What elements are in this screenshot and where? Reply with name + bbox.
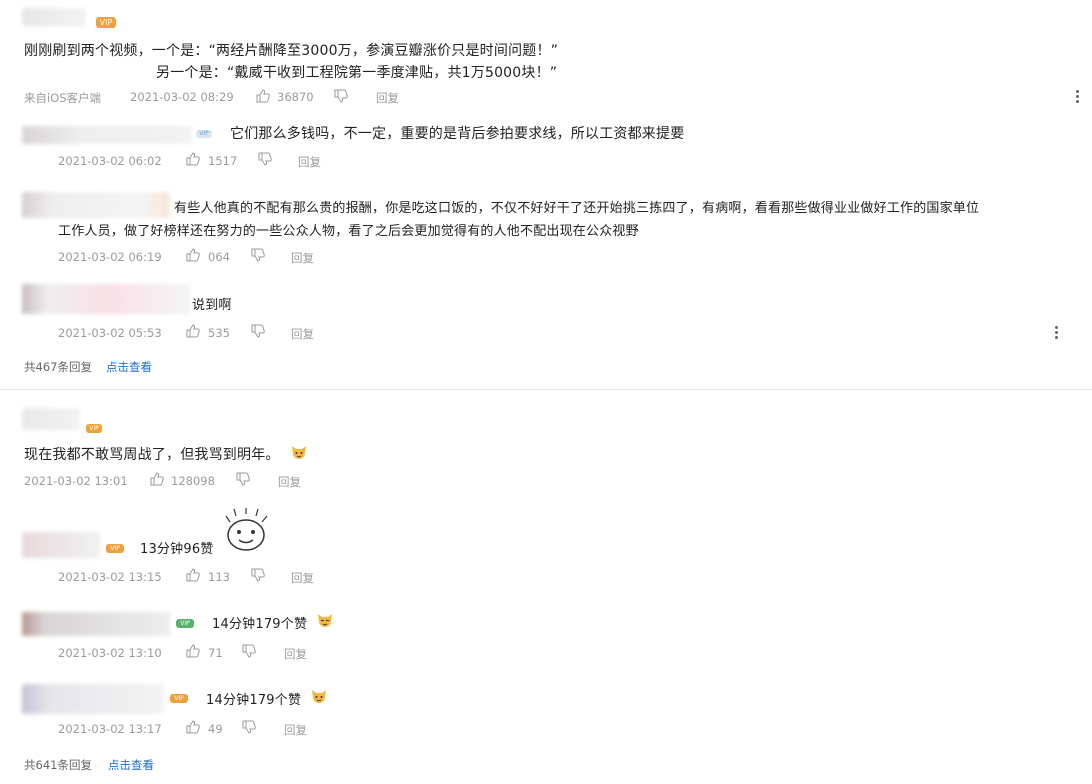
reply-text: 13分钟96赞: [140, 542, 214, 557]
view-more-link[interactable]: 点击查看: [106, 359, 152, 375]
reply-text: 说到啊: [192, 298, 232, 313]
reply-text: 14分钟179个赞: [212, 617, 308, 632]
reply-count: 共641条回复: [24, 758, 92, 772]
reply-text-line2: 工作人员，做了好榜样还在努力的一些公众人物，看了之后会更加觉得有的人他不配出现在…: [58, 224, 639, 239]
reply-text: 有些人他真的不配有那么贵的报酬，你是吃这口饭的，不仅不好好干了还开始挑三拣四了，…: [174, 201, 980, 216]
thumbs-up-icon[interactable]: [186, 324, 200, 338]
view-more-link[interactable]: 点击查看: [108, 757, 154, 773]
like-count: 128098: [171, 474, 215, 488]
thumbs-down-icon[interactable]: [236, 472, 250, 486]
cat-emoji-icon: [316, 611, 334, 629]
more-options-icon[interactable]: [1076, 88, 1080, 105]
vip-badge: VIP: [196, 130, 212, 138]
timestamp: 2021-03-02 13:10: [58, 646, 162, 660]
username-redacted[interactable]: [22, 284, 190, 314]
reply-count: 共467条回复: [24, 360, 92, 374]
thread-divider: [0, 389, 1092, 390]
username-redacted[interactable]: [22, 8, 86, 26]
vip-badge: VIP: [170, 694, 188, 703]
reply-button[interactable]: 回复: [298, 154, 321, 170]
thumbs-up-icon[interactable]: [186, 720, 200, 734]
timestamp: 2021-03-02 13:01: [24, 474, 128, 488]
thumbs-up-icon[interactable]: [186, 644, 200, 658]
thumbs-up-icon[interactable]: [256, 89, 270, 103]
thumbs-up-icon[interactable]: [150, 472, 164, 486]
username-redacted[interactable]: [22, 408, 80, 430]
comment-text-line2: 另一个是：“戴威干收到工程院第一季度津贴，共1万5000块！”: [156, 65, 558, 81]
like-count: 36870: [277, 90, 314, 104]
more-options-icon[interactable]: [1055, 324, 1059, 341]
reply-button[interactable]: 回复: [291, 570, 314, 586]
timestamp: 2021-03-02 13:17: [58, 722, 162, 736]
like-count: 71: [208, 646, 223, 660]
thumbs-down-icon[interactable]: [334, 89, 348, 103]
like-count: 49: [208, 722, 223, 736]
like-count: 1517: [208, 154, 238, 168]
username-redacted[interactable]: [22, 532, 100, 558]
timestamp: 2021-03-02 08:29: [130, 90, 234, 104]
thumbs-down-icon[interactable]: [251, 568, 265, 582]
timestamp: 2021-03-02 06:19: [58, 250, 162, 264]
comment-text: 刚刚刷到两个视频，一个是：“两经片酬降至3000万，参演豆瓣涨价只是时间问题！”: [24, 43, 559, 59]
thumbs-down-icon[interactable]: [242, 720, 256, 734]
username-redacted[interactable]: [22, 192, 170, 218]
reply-button[interactable]: 回复: [278, 474, 301, 490]
reply-button[interactable]: 回复: [284, 646, 307, 662]
vip-badge: VIP: [96, 17, 116, 28]
vip-badge: VIP: [86, 424, 102, 433]
timestamp: 2021-03-02 13:15: [58, 570, 162, 584]
reply-button[interactable]: 回复: [291, 250, 314, 266]
thumbs-down-icon[interactable]: [251, 324, 265, 338]
reply-text: 14分钟179个赞: [206, 693, 302, 708]
thumbs-down-icon[interactable]: [258, 152, 272, 166]
source-label: 来自iOS客户端: [24, 91, 102, 105]
thumbs-down-icon[interactable]: [242, 644, 256, 658]
username-redacted[interactable]: [22, 684, 164, 714]
timestamp: 2021-03-02 05:53: [58, 326, 162, 340]
thumbs-up-icon[interactable]: [186, 568, 200, 582]
face-doodle-icon: [222, 508, 270, 552]
cat-emoji-icon: [290, 443, 308, 461]
username-redacted[interactable]: [22, 612, 170, 636]
comment-text: 现在我都不敢骂周战了，但我骂到明年。: [24, 447, 280, 463]
like-count: 535: [208, 326, 230, 340]
like-count: 064: [208, 250, 230, 264]
username-redacted[interactable]: [22, 126, 192, 144]
thumbs-down-icon[interactable]: [251, 248, 265, 262]
thumbs-up-icon[interactable]: [186, 248, 200, 262]
like-count: 113: [208, 570, 230, 584]
vip-badge: VIP: [176, 619, 194, 628]
cat-emoji-icon: [310, 687, 328, 705]
vip-badge: VIP: [106, 544, 124, 553]
reply-text: 它们那么多钱吗，不一定，重要的是背后参拍要求线，所以工资都来提要: [230, 126, 685, 142]
reply-button[interactable]: 回复: [291, 326, 314, 342]
reply-button[interactable]: 回复: [284, 722, 307, 738]
timestamp: 2021-03-02 06:02: [58, 154, 162, 168]
thumbs-up-icon[interactable]: [186, 152, 200, 166]
reply-button[interactable]: 回复: [376, 90, 399, 106]
